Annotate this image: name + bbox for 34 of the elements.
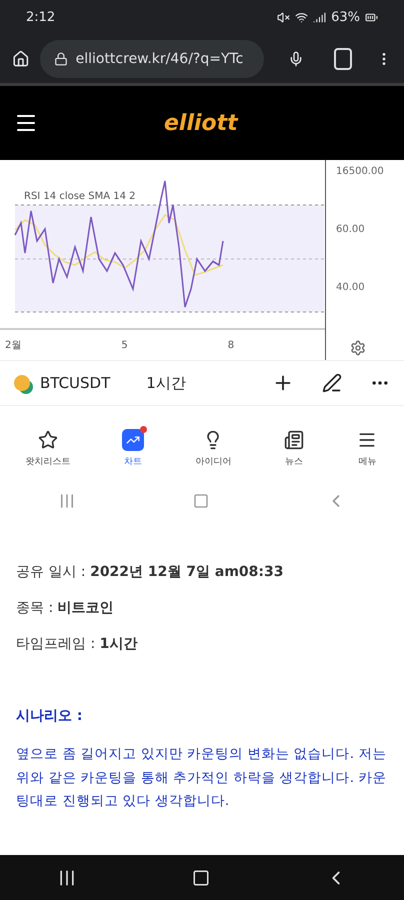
app-tab[interactable]: 아이디어 — [195, 428, 232, 468]
settings-icon[interactable] — [350, 340, 366, 356]
symbol-name[interactable]: BTCUSDT — [40, 374, 110, 392]
axis-label: 60.00 — [336, 224, 366, 235]
star-icon — [38, 430, 58, 450]
interval-label[interactable]: 1시간 — [146, 374, 186, 392]
microphone-icon[interactable] — [288, 49, 304, 69]
app-tab[interactable]: 메뉴 — [356, 428, 378, 468]
info-line: 종목 : 비트코인 — [16, 599, 115, 617]
signal-icon — [313, 11, 326, 24]
axis-label: 2월 — [5, 339, 22, 352]
scenario-text: 옆으로 좀 길어지고 있지만 카운팅의 변화는 없습니다. 저는 위와 같은 카운팅을 통해 추가적인 하락을 생각합니다. 카운팅대로 진행되고 있다 생각합니다. — [16, 745, 388, 812]
info-line: 타임프레임 : 1시간 — [16, 635, 138, 653]
notification-dot — [140, 426, 148, 432]
battery-icon — [365, 11, 378, 24]
address-bar[interactable]: elliottcrew.kr/46/?q=YTc — [40, 40, 264, 78]
clock-time: 2:12 — [26, 10, 56, 25]
info-line: 공유 일시 : 2022년 12월 7일 am08:33 — [16, 563, 284, 581]
news-icon — [284, 430, 304, 450]
axis-label: 16500.00 — [336, 166, 385, 177]
app-tab[interactable]: 뉴스 — [282, 428, 305, 468]
tabs-icon[interactable] — [334, 48, 352, 70]
app-tab[interactable]: 왓치리스트 — [26, 428, 71, 468]
lock-icon — [54, 52, 68, 66]
axis-label: 8 — [228, 340, 234, 350]
axis-label: 5 — [121, 340, 128, 350]
indicator-label: RSI 14 close SMA 14 2 — [24, 191, 136, 202]
axis-label: 40.00 — [336, 282, 366, 293]
scenario-title: 시나리오 : — [16, 707, 84, 725]
pen-icon[interactable] — [322, 373, 342, 393]
site-logo[interactable]: elliott — [164, 110, 238, 136]
coin-icon — [14, 375, 30, 391]
mute-icon — [277, 11, 290, 24]
battery-percent: 63% — [331, 10, 360, 25]
